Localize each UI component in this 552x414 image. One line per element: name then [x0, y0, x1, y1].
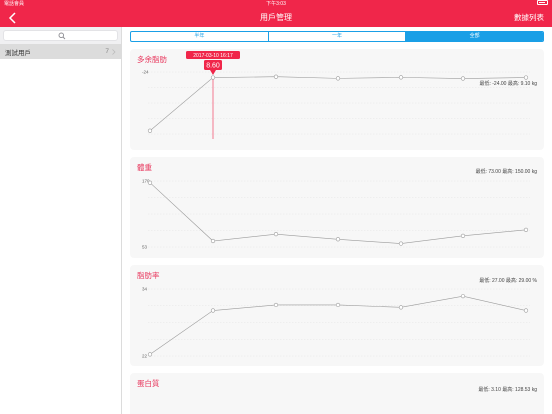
data-point: [398, 75, 404, 80]
data-point: [210, 75, 216, 80]
data-point: [523, 227, 529, 232]
series-line: [149, 76, 527, 131]
chart-range: 最低: 3.10 最高: 128.53 kg: [478, 387, 537, 393]
data-point: [335, 237, 341, 242]
chart-card-weight: 170 53 體重 最低: 73.00 最高: 150.00 kg: [130, 157, 544, 258]
chart-range: 最低: 73.00 最高: 150.00 kg: [475, 169, 537, 175]
y-tick-label: 53: [142, 245, 148, 250]
value-tooltip: 2017-03-10 16:17 8.60: [186, 51, 240, 75]
data-point: [398, 305, 404, 310]
chart-card-protein: 蛋白質 最低: 3.10 最高: 128.53 kg: [130, 373, 544, 414]
data-point: [460, 294, 466, 299]
tooltip-date: 2017-03-10 16:17: [193, 53, 233, 59]
chart-title: 體重: [137, 163, 152, 172]
chart-card-excess-fat: -24 2017-03-10 16:17 8.60 多余脂肪 最低: -24.00 …: [130, 49, 544, 150]
status-time: 下午3:03: [266, 1, 286, 7]
data-point: [147, 128, 153, 133]
data-point: [210, 308, 216, 313]
main-content: 半年 一年 全部 -24 2017-03-10 16:17 8.60 多余脂肪 最低…: [123, 27, 552, 414]
chart-range: 最低: -24.00 最高: 9.10 kg: [479, 81, 537, 87]
status-bar: 電話會員 下午3:03: [0, 0, 552, 9]
chart-title: 蛋白質: [137, 379, 160, 388]
user-name: 測試用戶: [5, 49, 31, 57]
search-icon: [58, 32, 66, 40]
data-point: [460, 233, 466, 238]
search-input[interactable]: [3, 30, 118, 41]
range-segmented-control: 半年 一年 全部: [130, 31, 544, 42]
data-point: [523, 308, 529, 313]
series-line: [149, 182, 527, 244]
data-point: [273, 302, 279, 308]
page-title: 用戶管理: [260, 13, 292, 22]
segment-half-year[interactable]: 半年: [131, 32, 268, 41]
data-point: [460, 76, 466, 81]
sidebar-item-user[interactable]: 測試用戶 7: [0, 44, 121, 59]
chart-range: 最低: 27.00 最高: 29.00 %: [479, 278, 537, 284]
top-bar: 電話會員 下午3:03 用戶管理 數據列表: [0, 0, 552, 27]
data-point: [147, 352, 153, 357]
data-point: [273, 74, 279, 79]
y-tick-label: 22: [142, 354, 148, 359]
sidebar: 測試用戶 7: [0, 27, 122, 414]
chart-card-fat-rate: 34 22 脂肪率 最低: 27.00 最高: 29.00 %: [130, 265, 544, 366]
tooltip-value: 8.60: [206, 63, 220, 70]
segment-all[interactable]: 全部: [405, 32, 543, 41]
data-list-button[interactable]: 數據列表: [514, 9, 544, 27]
data-point: [398, 241, 404, 246]
data-point: [335, 302, 341, 308]
data-point: [523, 75, 529, 80]
excess-fat-chart: -24 2017-03-10 16:17 8.60: [142, 51, 530, 139]
chart-title: 多余脂肪: [137, 55, 167, 64]
segment-one-year[interactable]: 一年: [267, 32, 406, 41]
navigation-bar: 用戶管理 數據列表: [0, 9, 552, 27]
battery-icon: [537, 0, 548, 5]
data-point: [147, 180, 153, 185]
data-point: [335, 76, 341, 81]
y-tick-label: 34: [142, 287, 148, 292]
data-point: [210, 238, 216, 244]
y-tick-label: -24: [142, 70, 149, 75]
chevron-right-icon: [112, 48, 116, 55]
user-record-count: 7: [105, 48, 109, 55]
data-point: [273, 232, 279, 237]
chart-title: 脂肪率: [137, 271, 160, 280]
tooltip-pointer: [210, 70, 216, 75]
